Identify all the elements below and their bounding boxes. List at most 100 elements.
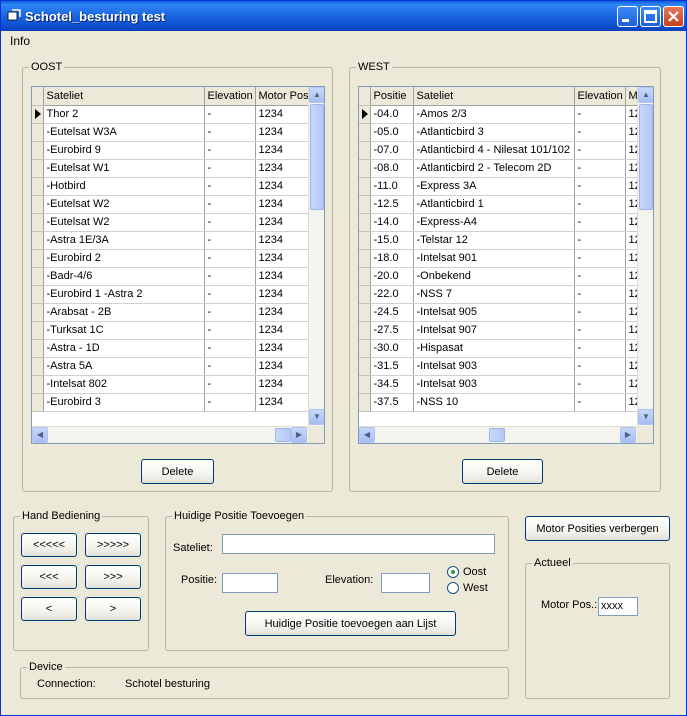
table-cell[interactable]: 1234: [255, 213, 309, 232]
table-cell[interactable]: -Express-A4: [413, 213, 575, 232]
table-cell[interactable]: -Eurobird 3: [43, 393, 205, 412]
table-cell[interactable]: -: [574, 339, 626, 358]
row-header[interactable]: [359, 303, 371, 322]
table-row[interactable]: -Eutelsat W2-1234: [32, 195, 309, 214]
table-cell[interactable]: -: [574, 231, 626, 250]
table-cell[interactable]: -Intelsat 802: [43, 375, 205, 394]
table-cell[interactable]: -Astra 1E/3A: [43, 231, 205, 250]
radio-oost[interactable]: [447, 566, 459, 578]
positie-input[interactable]: [222, 573, 278, 593]
table-cell[interactable]: -: [574, 123, 626, 142]
table-cell[interactable]: -30.0: [370, 339, 414, 358]
table-cell[interactable]: -: [204, 303, 256, 322]
table-cell[interactable]: 1234: [255, 357, 309, 376]
table-cell[interactable]: 1234: [255, 177, 309, 196]
table-cell[interactable]: -: [574, 105, 626, 124]
row-header[interactable]: [32, 267, 44, 286]
table-cell[interactable]: 1234: [255, 105, 309, 124]
table-cell[interactable]: -: [204, 123, 256, 142]
table-cell[interactable]: -Express 3A: [413, 177, 575, 196]
table-cell[interactable]: -: [204, 159, 256, 178]
table-cell[interactable]: 12: [625, 285, 638, 304]
radio-oost-label[interactable]: Oost: [463, 566, 486, 578]
table-cell[interactable]: -Eutelsat W1: [43, 159, 205, 178]
table-cell[interactable]: -: [574, 159, 626, 178]
table-cell[interactable]: -: [204, 105, 256, 124]
table-cell[interactable]: -: [204, 339, 256, 358]
table-row[interactable]: -Eutelsat W1-1234: [32, 159, 309, 178]
table-cell[interactable]: -Atlanticbird 1: [413, 195, 575, 214]
table-cell[interactable]: -: [574, 195, 626, 214]
table-row[interactable]: -Eurobird 3-1234: [32, 393, 309, 412]
table-cell[interactable]: -Arabsat - 2B: [43, 303, 205, 322]
table-cell[interactable]: -05.0: [370, 123, 414, 142]
table-cell[interactable]: -Eurobird 1 -Astra 2: [43, 285, 205, 304]
oost-vscroll-thumb[interactable]: [310, 104, 324, 210]
table-row[interactable]: -Hotbird -1234: [32, 177, 309, 196]
move-medium-left-button[interactable]: <<<: [21, 565, 77, 589]
table-row[interactable]: -04.0-Amos 2/3-12: [359, 105, 638, 124]
close-button[interactable]: [663, 6, 684, 27]
table-row[interactable]: Thor 2-1234: [32, 105, 309, 124]
table-row[interactable]: -Turksat 1C -1234: [32, 321, 309, 340]
table-cell[interactable]: -Amos 2/3: [413, 105, 575, 124]
table-cell[interactable]: 12: [625, 321, 638, 340]
table-cell[interactable]: -: [204, 375, 256, 394]
table-cell[interactable]: 1234: [255, 321, 309, 340]
row-header[interactable]: [32, 393, 44, 412]
row-header[interactable]: [359, 285, 371, 304]
table-row[interactable]: -Eutelsat W2-1234: [32, 213, 309, 232]
table-cell[interactable]: -Atlanticbird 4 - Nilesat 101/102: [413, 141, 575, 160]
move-far-left-button[interactable]: <<<<<: [21, 533, 77, 557]
table-row[interactable]: -20.0-Onbekend-12: [359, 267, 638, 286]
row-header[interactable]: [32, 357, 44, 376]
table-cell[interactable]: -: [574, 177, 626, 196]
table-row[interactable]: -Arabsat - 2B -1234: [32, 303, 309, 322]
table-cell[interactable]: -04.0: [370, 105, 414, 124]
table-row[interactable]: -31.5-Intelsat 903-12: [359, 357, 638, 376]
table-cell[interactable]: 12: [625, 213, 638, 232]
table-cell[interactable]: -: [204, 231, 256, 250]
row-header[interactable]: [32, 285, 44, 304]
table-cell[interactable]: 12: [625, 393, 638, 412]
table-cell[interactable]: -Eutelsat W2: [43, 195, 205, 214]
table-row[interactable]: -18.0-Intelsat 901-12: [359, 249, 638, 268]
row-header[interactable]: [32, 339, 44, 358]
table-row[interactable]: -12.5-Atlanticbird 1-12: [359, 195, 638, 214]
table-cell[interactable]: 12: [625, 249, 638, 268]
row-header[interactable]: [32, 375, 44, 394]
table-cell[interactable]: -NSS 7: [413, 285, 575, 304]
table-cell[interactable]: -12.5: [370, 195, 414, 214]
row-header[interactable]: [359, 231, 371, 250]
table-cell[interactable]: -: [574, 285, 626, 304]
table-cell[interactable]: -: [204, 249, 256, 268]
scroll-down-icon[interactable]: ▼: [638, 409, 653, 425]
table-cell[interactable]: 12: [625, 375, 638, 394]
scroll-down-icon[interactable]: ▼: [309, 409, 324, 425]
table-row[interactable]: -Astra - 1D -1234: [32, 339, 309, 358]
table-cell[interactable]: -: [574, 393, 626, 412]
table-cell[interactable]: -Onbekend: [413, 267, 575, 286]
oost-col-sateliet[interactable]: Sateliet: [43, 87, 205, 106]
table-cell[interactable]: -Atlanticbird 2 - Telecom 2D: [413, 159, 575, 178]
table-cell[interactable]: -22.0: [370, 285, 414, 304]
table-cell[interactable]: -Hispasat: [413, 339, 575, 358]
table-cell[interactable]: -Intelsat 903: [413, 357, 575, 376]
table-cell[interactable]: -: [574, 141, 626, 160]
table-cell[interactable]: 1234: [255, 249, 309, 268]
radio-west[interactable]: [447, 582, 459, 594]
table-cell[interactable]: 1234: [255, 159, 309, 178]
move-medium-right-button[interactable]: >>>: [85, 565, 141, 589]
row-header[interactable]: [32, 321, 44, 340]
table-cell[interactable]: 1234: [255, 393, 309, 412]
scroll-left-icon[interactable]: ◀: [32, 427, 48, 443]
oost-col-motorpos[interactable]: Motor Pos: [255, 87, 309, 106]
row-header[interactable]: [359, 177, 371, 196]
row-header[interactable]: [359, 393, 371, 412]
row-header[interactable]: [32, 195, 44, 214]
table-cell[interactable]: 12: [625, 195, 638, 214]
row-header[interactable]: [359, 249, 371, 268]
table-cell[interactable]: -Astra 5A: [43, 357, 205, 376]
table-cell[interactable]: -: [204, 357, 256, 376]
table-cell[interactable]: -37.5: [370, 393, 414, 412]
